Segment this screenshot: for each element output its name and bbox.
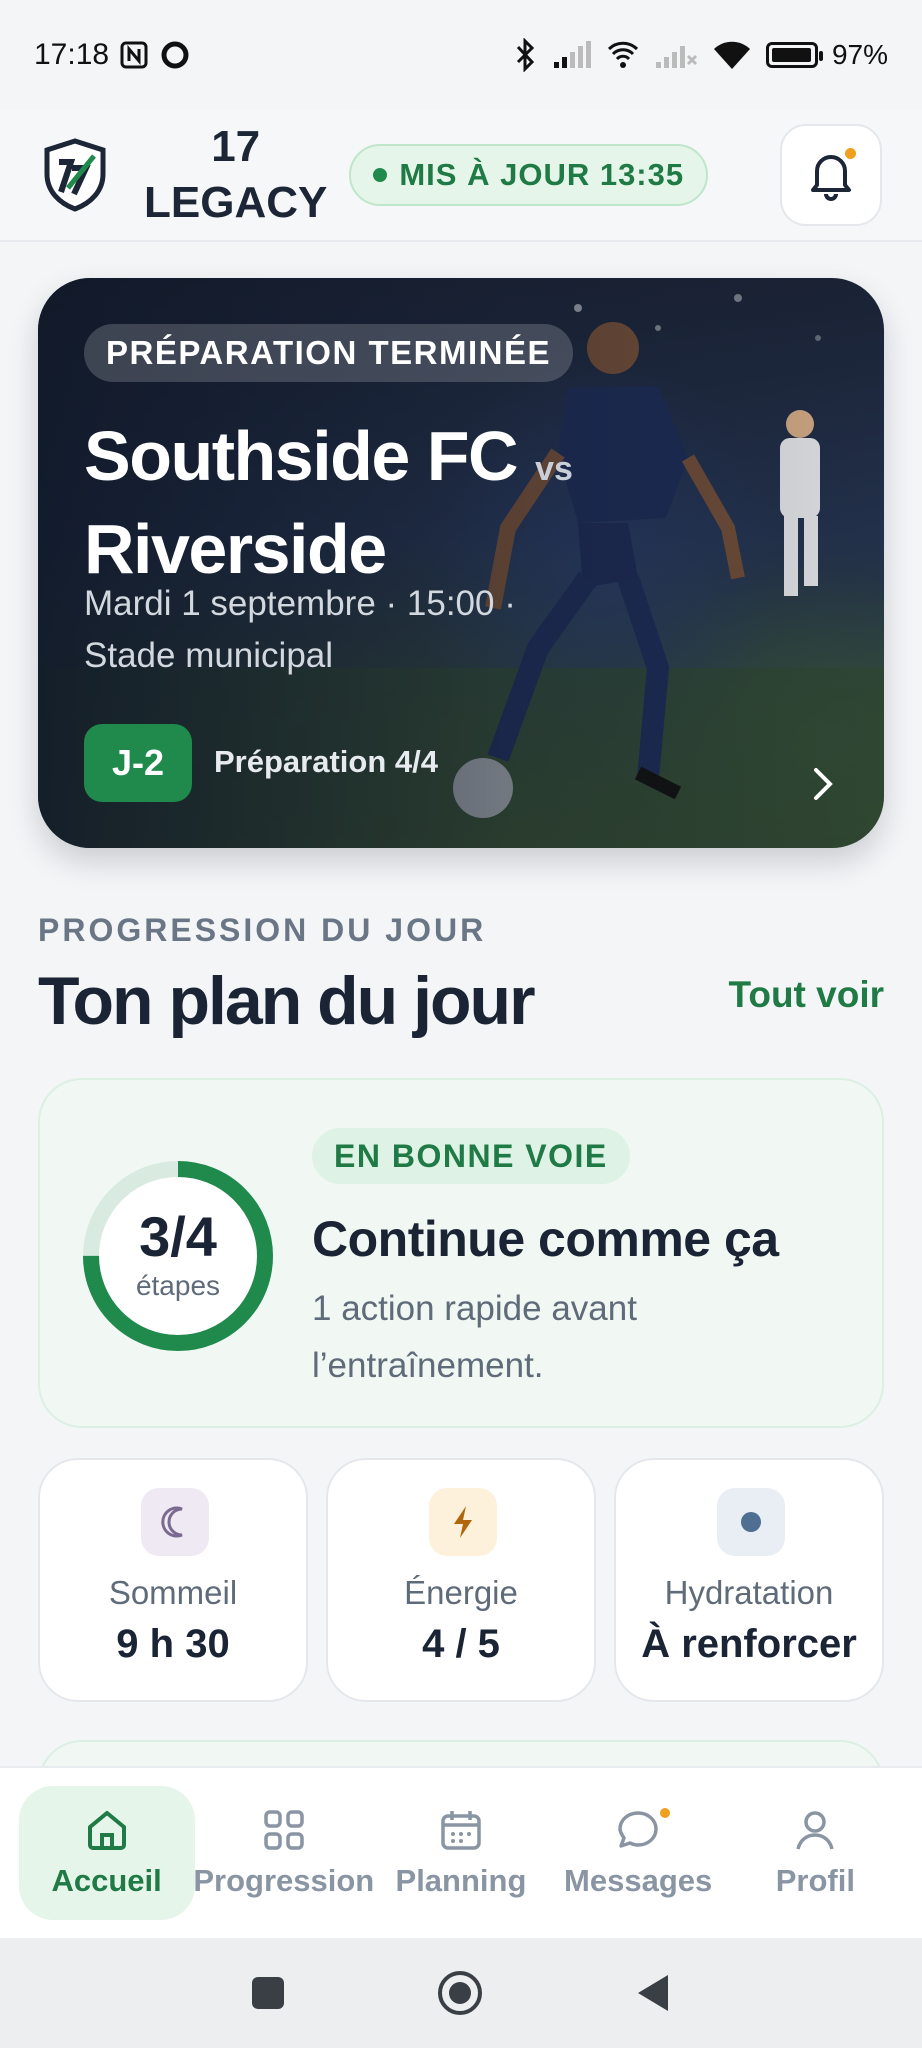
- lightning-icon: [429, 1488, 497, 1556]
- last-updated-label: MIS À JOUR 13:35: [399, 157, 685, 192]
- stat-value: 9 h 30: [116, 1622, 230, 1666]
- stat-card-hydration[interactable]: Hydratation À renforcer: [614, 1458, 884, 1702]
- preparation-progress: Préparation 4/4: [214, 744, 438, 779]
- bottom-navigation: Accueil Progression Planning Messages Pr…: [0, 1766, 922, 1938]
- nav-item-progression[interactable]: Progression: [193, 1786, 375, 1920]
- nav-label: Profil: [775, 1863, 855, 1898]
- next-match-card[interactable]: PRÉPARATION TERMINÉE Southside FC vs Riv…: [38, 278, 884, 848]
- notifications-button[interactable]: [780, 124, 882, 226]
- stat-label: Hydratation: [664, 1574, 834, 1611]
- grid-icon: [264, 1810, 304, 1850]
- section-eyebrow: PROGRESSION DU JOUR: [38, 912, 487, 948]
- match-datetime: Mardi 1 septembre · 15:00 ·: [84, 584, 516, 623]
- last-updated-badge: MIS À JOUR 13:35: [349, 144, 709, 206]
- moon-icon: [141, 1488, 209, 1556]
- see-all-link[interactable]: Tout voir: [728, 974, 884, 1016]
- progress-value: 3/4: [139, 1205, 217, 1268]
- nav-item-accueil[interactable]: Accueil: [18, 1786, 195, 1920]
- circle-notification-icon: [161, 41, 189, 69]
- brand-line-1: 17: [211, 122, 261, 171]
- nav-item-messages[interactable]: Messages: [550, 1786, 726, 1920]
- nav-item-profil[interactable]: Profil: [727, 1786, 903, 1920]
- section-title: Ton plan du jour: [38, 963, 536, 1039]
- match-details: Mardi 1 septembre · 15:00 · Stade munici…: [84, 578, 564, 682]
- stat-label: Sommeil: [108, 1574, 238, 1611]
- vs-label: vs: [535, 450, 573, 488]
- home-team: Southside FC: [84, 417, 519, 495]
- progress-unit: étapes: [135, 1270, 221, 1301]
- chevron-right-icon[interactable]: [808, 764, 838, 804]
- system-navigation-bar: [0, 1938, 922, 2048]
- live-dot-icon: [373, 168, 388, 182]
- nav-label: Progression: [193, 1863, 375, 1898]
- match-status-badge: PRÉPARATION TERMINÉE: [84, 324, 573, 382]
- status-bar: 17:18 97%: [0, 0, 922, 110]
- water-drop-icon: [717, 1488, 785, 1556]
- shield-logo-icon: [44, 138, 106, 212]
- status-bar-left: 17:18: [34, 38, 191, 72]
- wifi-icon: [713, 41, 750, 69]
- signal-strength-icon: [553, 41, 591, 68]
- battery-level: [771, 48, 811, 62]
- progress-title: Continue comme ça: [312, 1211, 779, 1267]
- recent-apps-icon[interactable]: [250, 1975, 286, 2011]
- club-logo[interactable]: [40, 136, 110, 214]
- home-icon: [87, 1811, 126, 1850]
- brand-line-2: LEGACY: [144, 178, 328, 227]
- countdown-chip: J-2: [84, 724, 192, 802]
- battery-percent: 97%: [831, 39, 888, 70]
- clock: 17:18: [34, 38, 110, 71]
- battery-icon: [765, 42, 823, 68]
- back-icon[interactable]: [634, 1973, 672, 2013]
- signal-strength-2-icon: [655, 46, 698, 68]
- nav-label: Messages: [564, 1863, 713, 1898]
- messages-notification-dot: [660, 1808, 671, 1818]
- stat-value: À renforcer: [641, 1622, 857, 1666]
- stat-label: Énergie: [404, 1574, 518, 1611]
- match-venue: Stade municipal: [84, 636, 334, 675]
- chat-icon: [618, 1811, 658, 1848]
- stat-value: 4 / 5: [422, 1622, 500, 1666]
- calendar-icon: [441, 1811, 481, 1850]
- brand-name: 17 LEGACY: [144, 119, 327, 231]
- stat-card-sleep[interactable]: Sommeil 9 h 30: [38, 1458, 308, 1702]
- match-title: Southside FC vs Riverside: [84, 416, 644, 589]
- nav-item-planning[interactable]: Planning: [373, 1786, 549, 1920]
- app-header: 17 LEGACY MIS À JOUR 13:35: [0, 110, 922, 242]
- daily-progress-card[interactable]: 3/4 étapes EN BONNE VOIE Continue comme …: [38, 1078, 884, 1428]
- person-icon: [796, 1811, 835, 1850]
- nav-label: Accueil: [51, 1863, 162, 1898]
- notification-dot: [845, 148, 856, 159]
- nav-label: Planning: [395, 1863, 527, 1898]
- progress-message: 1 action rapide avant l’entraînement.: [312, 1289, 637, 1385]
- status-badge: EN BONNE VOIE: [312, 1128, 630, 1184]
- wifi-calling-icon: [607, 41, 639, 68]
- home-button-icon[interactable]: [436, 1969, 484, 2017]
- stat-card-energy[interactable]: Énergie 4 / 5: [326, 1458, 596, 1702]
- status-bar-right: 97%: [514, 38, 888, 72]
- away-team: Riverside: [84, 510, 387, 588]
- nfc-icon: [120, 41, 148, 69]
- bluetooth-icon: [516, 38, 535, 72]
